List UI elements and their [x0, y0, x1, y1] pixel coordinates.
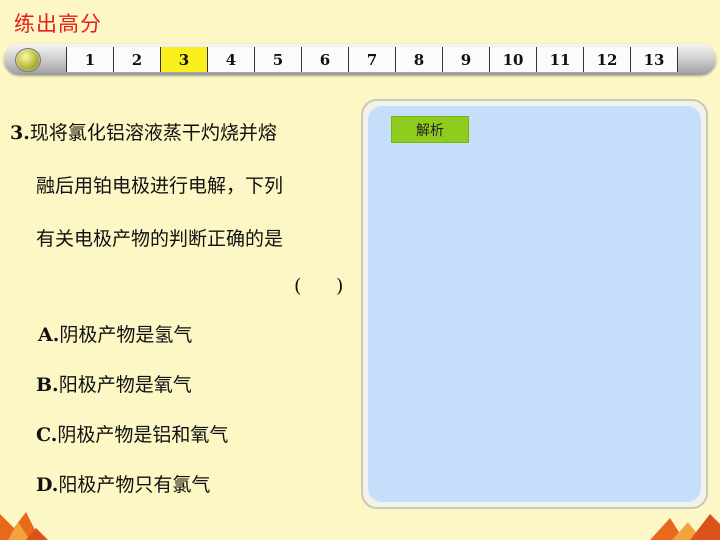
nav-tab-5[interactable]: 5: [255, 47, 302, 72]
question-number: 3.: [10, 122, 30, 144]
home-orb-icon[interactable]: [15, 48, 41, 72]
option-c[interactable]: C.阴极产物是铝和氧气: [36, 420, 228, 470]
nav-tab-3[interactable]: 3: [161, 47, 208, 72]
question-block: 3.现将氯化铝溶液蒸干灼烧并熔 融后用铂电极进行电解，下列 有关电极产物的判断正…: [10, 118, 360, 297]
option-letter: A.: [38, 324, 60, 346]
nav-tab-4[interactable]: 4: [208, 47, 255, 72]
option-letter: D.: [36, 474, 59, 496]
analysis-button[interactable]: 解析: [391, 116, 469, 143]
question-number-tabs: 1 2 3 4 5 6 7 8 9 10 11 12 13: [66, 47, 678, 72]
nav-tab-11[interactable]: 11: [537, 47, 584, 72]
option-letter: B.: [36, 374, 59, 396]
paren-open: (: [294, 275, 302, 297]
page-title: 练出高分: [14, 12, 102, 36]
option-text: 阴极产物是铝和氧气: [57, 424, 229, 446]
answer-options: A.阴极产物是氢气 B.阳极产物是氧气 C.阴极产物是铝和氧气 D.阳极产物只有…: [36, 320, 228, 520]
question-text-line-2: 融后用铂电极进行电解，下列: [36, 175, 284, 197]
analysis-panel: [361, 99, 708, 509]
option-text: 阳极产物是氧气: [58, 374, 192, 396]
option-text: 阳极产物只有氯气: [58, 474, 211, 496]
question-nav-bar: 1 2 3 4 5 6 7 8 9 10 11 12 13: [4, 44, 716, 75]
corner-decoration-left-icon: [0, 512, 48, 540]
nav-tab-9[interactable]: 9: [443, 47, 490, 72]
option-a[interactable]: A.阴极产物是氢气: [36, 320, 228, 370]
corner-decoration-right-icon: [650, 514, 720, 540]
question-line: 3.现将氯化铝溶液蒸干灼烧并熔: [10, 118, 360, 171]
nav-tab-6[interactable]: 6: [302, 47, 349, 72]
nav-tab-10[interactable]: 10: [490, 47, 537, 72]
nav-tab-7[interactable]: 7: [349, 47, 396, 72]
analysis-panel-body: [368, 106, 701, 502]
nav-tab-2[interactable]: 2: [114, 47, 161, 72]
paren-close: ): [336, 275, 344, 297]
option-b[interactable]: B.阳极产物是氧气: [36, 370, 228, 420]
nav-tab-12[interactable]: 12: [584, 47, 631, 72]
answer-parentheses: (): [294, 275, 343, 297]
nav-tab-13[interactable]: 13: [631, 47, 678, 72]
question-text-line-1: 现将氯化铝溶液蒸干灼烧并熔: [29, 122, 277, 144]
option-letter: C.: [36, 424, 58, 446]
nav-tab-1[interactable]: 1: [67, 47, 114, 72]
nav-tab-8[interactable]: 8: [396, 47, 443, 72]
question-text-line-3: 有关电极产物的判断正确的是: [36, 228, 284, 250]
option-text: 阴极产物是氢气: [59, 324, 193, 346]
